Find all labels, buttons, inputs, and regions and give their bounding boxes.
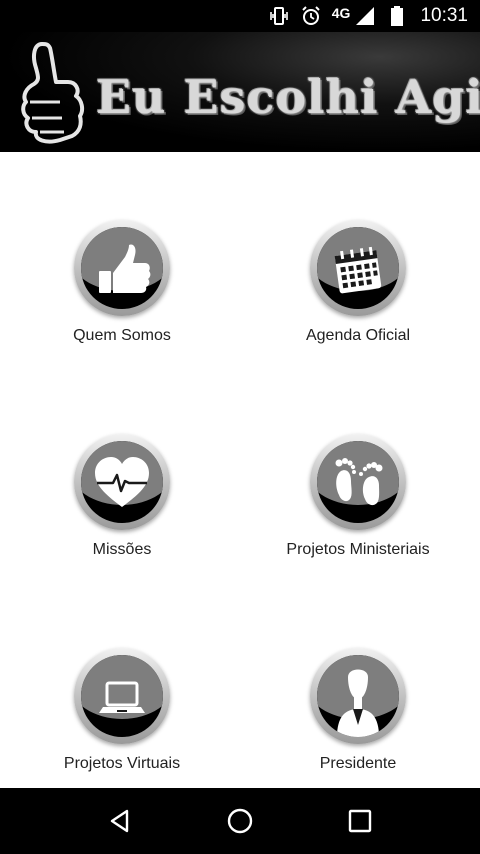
menu-item-missoes[interactable]: Missões xyxy=(2,434,242,634)
menu-icon-frame xyxy=(74,648,170,744)
menu-item-label: Agenda Oficial xyxy=(305,327,411,344)
menu-item-agenda-oficial[interactable]: Agenda Oficial xyxy=(238,220,478,420)
heart-pulse-icon xyxy=(81,441,163,507)
brand-title: Eu Escolhi Agir! xyxy=(96,70,480,124)
battery-icon xyxy=(386,5,408,27)
back-icon[interactable] xyxy=(100,801,140,841)
app-banner: Eu Escolhi Agir! xyxy=(0,32,480,152)
menu-icon-frame xyxy=(74,220,170,316)
home-icon[interactable] xyxy=(220,801,260,841)
network-type: 4G xyxy=(331,5,351,21)
menu-item-label: Projetos Ministeriais xyxy=(286,541,430,558)
thumbs-up-icon xyxy=(81,227,163,293)
menu-item-label: Presidente xyxy=(319,755,397,772)
menu-icon-frame xyxy=(310,434,406,530)
menu-item-label: Missões xyxy=(92,541,152,558)
menu-icon-frame xyxy=(310,220,406,316)
menu-item-projetos-ministeriais[interactable]: Projetos Ministeriais xyxy=(238,434,478,634)
menu-item-label: Projetos Virtuais xyxy=(63,755,181,772)
footprints-icon xyxy=(317,441,399,506)
thumbs-up-logo-icon xyxy=(20,36,90,150)
person-icon xyxy=(317,655,399,737)
menu-icon-frame xyxy=(74,434,170,530)
alarm-icon xyxy=(300,5,322,27)
clock: 10:31 xyxy=(420,5,468,26)
signal-icon xyxy=(354,5,376,27)
recents-icon[interactable] xyxy=(340,801,380,841)
navigation-bar xyxy=(0,788,480,854)
laptop-icon xyxy=(81,655,163,719)
menu-grid: Quem Somos Agenda Oficial Missões Projet… xyxy=(0,152,480,788)
menu-item-quem-somos[interactable]: Quem Somos xyxy=(2,220,242,420)
calendar-icon xyxy=(317,227,399,294)
menu-icon-frame xyxy=(310,648,406,744)
status-bar: 4G 10:31 xyxy=(0,0,480,32)
vibrate-icon xyxy=(268,5,290,27)
menu-item-label: Quem Somos xyxy=(73,327,171,344)
